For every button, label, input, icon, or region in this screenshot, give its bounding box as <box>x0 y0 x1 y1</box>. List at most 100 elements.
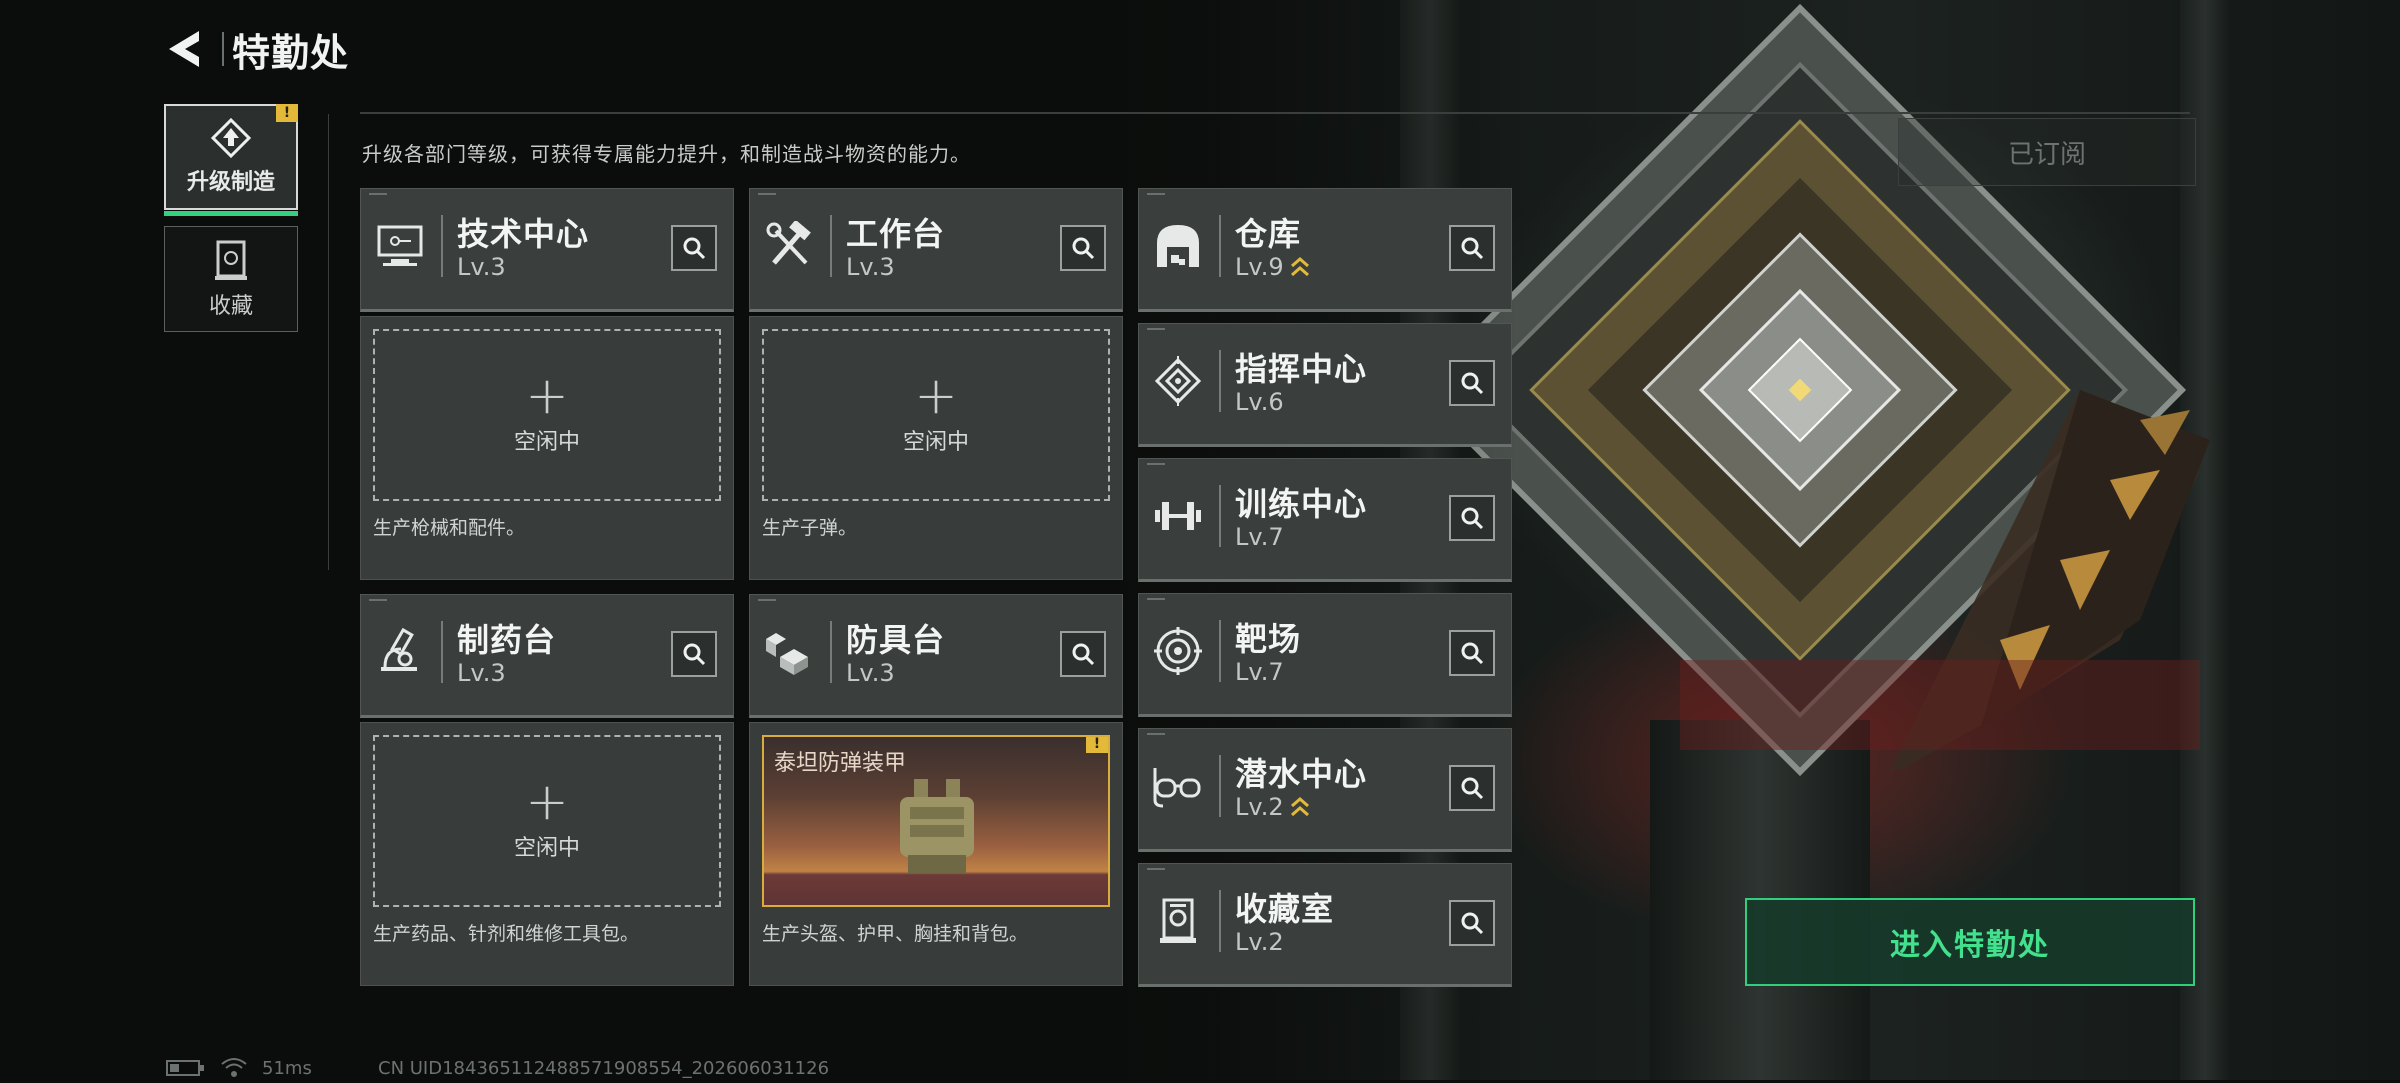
card-divider <box>1219 215 1221 277</box>
card-divider <box>830 621 832 683</box>
search-button[interactable] <box>671 631 717 677</box>
crafting-item-slot[interactable]: 泰坦防弹装甲 ! <box>762 735 1110 907</box>
trophy-icon <box>215 240 247 280</box>
plus-icon: + <box>914 366 958 426</box>
card-divider <box>441 215 443 277</box>
card-corner-mark <box>369 193 387 195</box>
idle-slot[interactable]: + 空闲中 <box>373 735 721 907</box>
module-card-pharmacy[interactable]: 制药台 Lv.3 <box>360 594 734 718</box>
page-title: 特勤处 <box>232 31 350 75</box>
back-button[interactable] <box>160 24 210 74</box>
production-slot-workbench: + 空闲中 生产子弹。 <box>749 316 1123 580</box>
plus-icon: + <box>525 772 569 832</box>
module-name: 仓库 <box>1235 215 1302 253</box>
search-icon <box>683 237 706 260</box>
search-button[interactable] <box>1060 225 1106 271</box>
module-level-text: Lv.2 <box>1235 793 1284 821</box>
module-name: 训练中心 <box>1235 485 1368 523</box>
module-level: Lv.2 <box>1235 793 1310 821</box>
card-corner-mark <box>1147 463 1165 465</box>
search-icon <box>1461 642 1484 665</box>
module-name: 靶场 <box>1235 620 1302 658</box>
active-tab-indicator <box>164 211 298 216</box>
idle-label: 空闲中 <box>513 430 580 455</box>
armor-blocks-icon <box>762 625 816 679</box>
module-level-text: Lv.7 <box>1235 658 1284 686</box>
production-slot-tech-center: + 空闲中 生产枪械和配件。 <box>360 316 734 580</box>
card-divider <box>441 621 443 683</box>
search-button[interactable] <box>1060 631 1106 677</box>
module-card-warehouse[interactable]: 仓库 Lv.9 <box>1138 188 1512 312</box>
search-button[interactable] <box>1449 630 1495 676</box>
module-level-text: Lv.9 <box>1235 253 1284 281</box>
module-description: 生产枪械和配件。 <box>373 517 526 539</box>
module-level-text: Lv.6 <box>1235 388 1284 416</box>
enter-special-ops-button[interactable]: 进入特勤处 <box>1745 898 2195 986</box>
alert-badge: ! <box>276 104 298 122</box>
module-level-text: Lv.2 <box>1235 928 1284 956</box>
idle-slot[interactable]: + 空闲中 <box>762 329 1110 501</box>
card-corner-mark <box>1147 733 1165 735</box>
card-corner-mark <box>369 599 387 601</box>
search-button[interactable] <box>1449 360 1495 406</box>
module-level: Lv.6 <box>1235 388 1284 416</box>
module-name: 收藏室 <box>1235 890 1335 928</box>
wifi-icon <box>220 1056 248 1083</box>
tab-collection-label: 收藏 <box>208 294 253 319</box>
card-divider <box>830 215 832 277</box>
module-level: Lv.3 <box>846 253 895 281</box>
target-icon <box>1151 624 1205 678</box>
chip-icon <box>1151 354 1205 408</box>
search-icon <box>683 643 706 666</box>
back-arrow-icon <box>169 31 199 67</box>
module-card-diving-center[interactable]: 潜水中心 Lv.2 <box>1138 728 1512 852</box>
tab-upgrade-craft-label: 升级制造 <box>186 170 275 195</box>
card-divider <box>1219 350 1221 412</box>
frame-line <box>328 114 329 570</box>
module-level-text: Lv.3 <box>846 253 895 281</box>
search-icon <box>1461 507 1484 530</box>
module-level: Lv.7 <box>1235 523 1284 551</box>
trophy-case-icon <box>1151 894 1205 948</box>
upgrade-chevron-icon <box>1290 257 1309 277</box>
idle-label: 空闲中 <box>513 836 580 861</box>
search-button[interactable] <box>1449 225 1495 271</box>
module-description: 生产子弹。 <box>762 517 858 539</box>
subscribed-button[interactable]: 已订阅 <box>1898 118 2196 186</box>
warehouse-icon <box>1151 219 1205 273</box>
card-divider <box>1219 485 1221 547</box>
module-card-armor-bench[interactable]: 防具台 Lv.3 <box>749 594 1123 718</box>
module-card-tech-center[interactable]: 技术中心 Lv.3 <box>360 188 734 312</box>
module-card-workbench[interactable]: 工作台 Lv.3 <box>749 188 1123 312</box>
module-level: Lv.3 <box>457 253 506 281</box>
search-button[interactable] <box>671 225 717 271</box>
search-button[interactable] <box>1449 900 1495 946</box>
tab-upgrade-craft[interactable]: 升级制造 ! <box>164 104 298 216</box>
module-card-training-center[interactable]: 训练中心 Lv.7 <box>1138 458 1512 582</box>
upgrade-chevron-icon <box>1290 797 1309 817</box>
module-card-command-center[interactable]: 指挥中心 Lv.6 <box>1138 323 1512 447</box>
tab-collection[interactable]: 收藏 <box>164 226 298 332</box>
idle-slot[interactable]: + 空闲中 <box>373 329 721 501</box>
module-description: 生产头盔、护甲、胸挂和背包。 <box>762 923 1029 945</box>
module-level-text: Lv.3 <box>457 659 506 687</box>
module-card-shooting-range[interactable]: 靶场 Lv.7 <box>1138 593 1512 717</box>
module-name: 防具台 <box>846 621 946 659</box>
frame-line <box>360 112 2190 114</box>
search-icon <box>1072 237 1095 260</box>
card-divider <box>1219 620 1221 682</box>
module-card-collection-room[interactable]: 收藏室 Lv.2 <box>1138 863 1512 987</box>
ping-readout: 51ms <box>262 1058 312 1079</box>
battery-icon <box>166 1058 206 1083</box>
module-level-text: Lv.3 <box>846 659 895 687</box>
search-button[interactable] <box>1449 765 1495 811</box>
module-name: 工作台 <box>846 215 946 253</box>
module-description: 生产药品、针剂和维修工具包。 <box>373 923 640 945</box>
module-name: 技术中心 <box>457 215 590 253</box>
module-level: Lv.7 <box>1235 658 1284 686</box>
search-icon <box>1072 643 1095 666</box>
module-name: 潜水中心 <box>1235 755 1368 793</box>
search-button[interactable] <box>1449 495 1495 541</box>
search-icon <box>1461 777 1484 800</box>
plus-icon: + <box>525 366 569 426</box>
